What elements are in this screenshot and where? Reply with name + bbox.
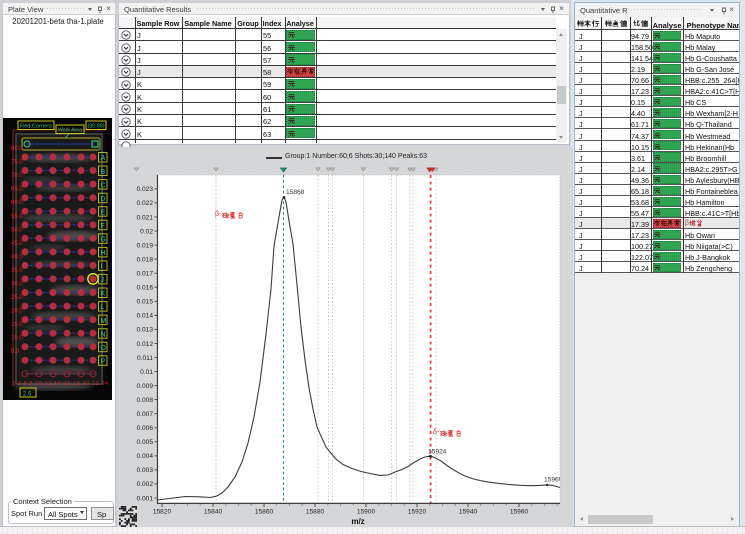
- svg-text:0.004: 0.004: [136, 453, 153, 460]
- svg-text:20.0: 20.0: [11, 309, 23, 315]
- svg-text:65.0: 65.0: [11, 187, 23, 193]
- svg-text:25.0: 25.0: [11, 295, 23, 301]
- svg-text:0.01: 0.01: [140, 369, 153, 376]
- svg-text:15924: 15924: [428, 449, 447, 456]
- svg-text:55.0: 55.0: [11, 214, 23, 220]
- svg-text:15900: 15900: [357, 509, 376, 516]
- svg-text:80.0: 80.0: [11, 146, 23, 152]
- svg-text:0.007: 0.007: [136, 411, 153, 418]
- svg-text:45.0: 45.0: [11, 241, 23, 247]
- svg-text:10.0: 10.0: [11, 336, 23, 342]
- svg-text:2 4 6 8 10 12 14 16 18 20 22 2: 2 4 6 8 10 12 14 16 18 20 22 24: [12, 381, 108, 387]
- svg-text:N: N: [101, 331, 106, 338]
- svg-text:0.022: 0.022: [136, 200, 153, 207]
- svg-text:0.009: 0.009: [136, 383, 153, 390]
- svg-text:0.003: 0.003: [136, 467, 153, 474]
- svg-text:C: C: [101, 182, 106, 189]
- svg-text:Red Corners: Red Corners: [20, 124, 52, 130]
- svg-text:J: J: [101, 277, 105, 284]
- svg-text:0.013: 0.013: [136, 327, 153, 334]
- svg-text:(30.86): (30.86): [88, 124, 105, 130]
- svg-text:0.014: 0.014: [136, 313, 153, 320]
- svg-text:15840: 15840: [204, 509, 223, 516]
- svg-text:0.005: 0.005: [136, 439, 153, 446]
- svg-text:L: L: [101, 304, 105, 311]
- svg-text:P: P: [101, 358, 106, 365]
- svg-text:0.008: 0.008: [136, 397, 153, 404]
- svg-text:0.018: 0.018: [136, 256, 153, 263]
- svg-text:5.0: 5.0: [11, 349, 20, 355]
- svg-text:15960: 15960: [510, 509, 529, 516]
- svg-text:0.006: 0.006: [136, 425, 153, 432]
- svg-text:A: A: [101, 155, 106, 162]
- svg-text:15920: 15920: [408, 509, 427, 516]
- svg-text:m/z: m/z: [351, 517, 364, 526]
- svg-text:2.6: 2.6: [23, 392, 32, 398]
- svg-text:H: H: [101, 250, 106, 257]
- svg-text:15940: 15940: [459, 509, 478, 516]
- svg-text:E: E: [101, 209, 106, 216]
- svg-text:60.0: 60.0: [11, 200, 23, 206]
- svg-text:0.002: 0.002: [136, 481, 153, 488]
- svg-text:15860: 15860: [255, 509, 274, 516]
- svg-text:G: G: [101, 237, 106, 244]
- svg-text:F: F: [101, 223, 105, 230]
- svg-text:15820: 15820: [153, 509, 172, 516]
- svg-text:15969: 15969: [544, 477, 563, 484]
- svg-text:K: K: [101, 291, 106, 298]
- svg-text:0.021: 0.021: [136, 214, 153, 221]
- svg-text:50.0: 50.0: [11, 227, 23, 233]
- svg-text:40.0: 40.0: [11, 254, 23, 260]
- svg-text:0.015: 0.015: [136, 299, 153, 306]
- svg-text:0.001: 0.001: [136, 495, 153, 502]
- svg-text:0.011: 0.011: [137, 355, 153, 362]
- svg-text:0.019: 0.019: [136, 242, 153, 249]
- svg-text:0.017: 0.017: [136, 271, 153, 278]
- svg-text:30.0: 30.0: [11, 282, 23, 288]
- svg-text:35.0: 35.0: [11, 268, 23, 274]
- svg-text:15.0: 15.0: [11, 322, 23, 328]
- svg-text:75.0: 75.0: [11, 160, 23, 166]
- svg-text:0.012: 0.012: [136, 341, 153, 348]
- svg-text:15880: 15880: [306, 509, 325, 516]
- svg-text:M: M: [101, 318, 107, 325]
- svg-text:D: D: [101, 196, 106, 203]
- svg-text:Work Area: Work Area: [58, 128, 83, 134]
- svg-text:0.02: 0.02: [140, 228, 153, 235]
- svg-text:70.0: 70.0: [11, 173, 23, 179]
- svg-text:B: B: [101, 169, 106, 176]
- svg-text:0.016: 0.016: [136, 285, 153, 292]
- svg-text:O: O: [101, 345, 107, 352]
- svg-text:15868: 15868: [286, 189, 305, 196]
- svg-text:0.023: 0.023: [136, 186, 153, 193]
- svg-text:I: I: [101, 264, 103, 271]
